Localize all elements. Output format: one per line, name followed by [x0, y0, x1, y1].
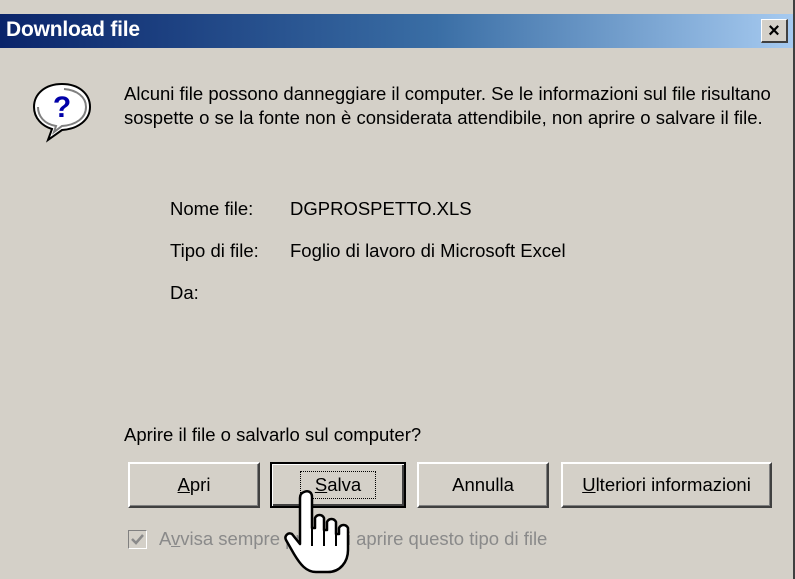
title-bar[interactable]: Download file ×: [0, 14, 793, 48]
open-button-label: pri: [189, 474, 211, 495]
question-icon: ?: [32, 82, 92, 143]
file-source-label: Da:: [170, 282, 199, 303]
cancel-button-label: Annulla: [452, 474, 514, 495]
cancel-button[interactable]: Annulla: [417, 462, 549, 508]
dialog-title: Download file: [6, 18, 140, 41]
svg-text:?: ?: [53, 91, 71, 124]
open-button-hotkey: A: [177, 474, 190, 495]
open-button[interactable]: Apri: [128, 462, 260, 508]
close-button[interactable]: ×: [761, 19, 788, 43]
checkmark-icon: [131, 533, 144, 545]
always-ask-checkbox[interactable]: [128, 529, 147, 549]
close-icon: ×: [768, 19, 780, 42]
more-info-button[interactable]: Ulteriori informazioni: [561, 462, 772, 508]
file-type-row: Tipo di file: Foglio di lavoro di Microso…: [170, 240, 566, 262]
file-name-row: Nome file: DGPROSPETTO.XLS: [170, 198, 472, 220]
download-file-dialog: Download file × ? Alcuni file possono da…: [0, 0, 795, 579]
more-info-button-label: lteriori informazioni: [595, 474, 751, 495]
file-name-label: Nome file:: [170, 198, 254, 219]
save-prompt: Aprire il file o salvarlo sul computer?: [124, 424, 422, 445]
warning-message: Alcuni file possono danneggiare il compu…: [124, 83, 771, 128]
file-type-label: Tipo di file:: [170, 240, 259, 261]
more-info-button-hotkey: U: [582, 474, 596, 495]
file-type-value: Foglio di lavoro di Microsoft Excel: [290, 240, 566, 261]
file-name-value: DGPROSPETTO.XLS: [290, 198, 472, 219]
hand-pointer-icon: [284, 489, 350, 574]
file-source-row: Da:: [170, 282, 290, 304]
